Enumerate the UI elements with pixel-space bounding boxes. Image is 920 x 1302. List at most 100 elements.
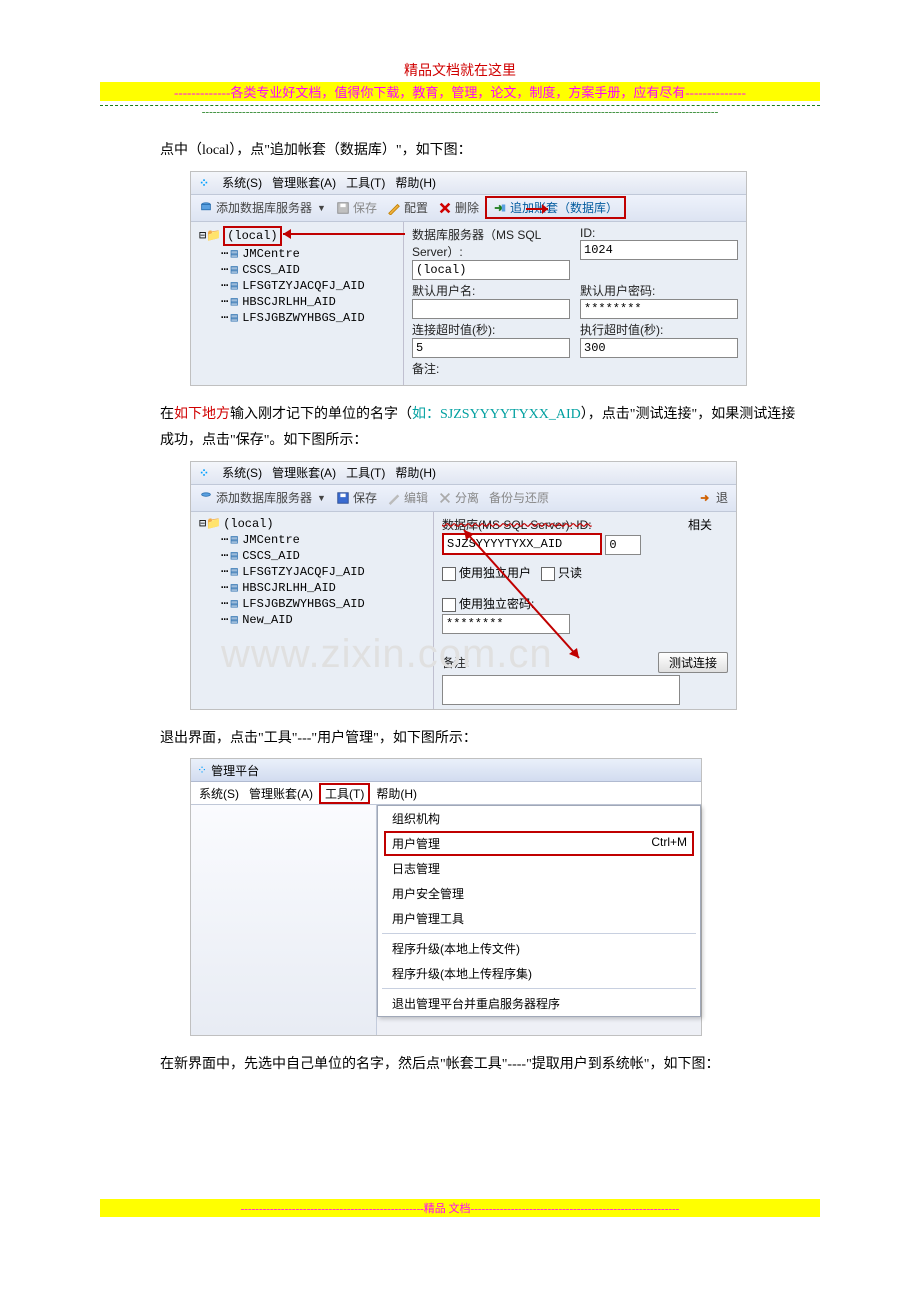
tree-root[interactable]: ⊟📁(local) [199,226,399,246]
user-label: 默认用户名: [412,282,570,299]
menu-accounts[interactable]: 管理账套(A) [268,464,340,481]
id-label: ID: [580,226,738,240]
save-icon [336,201,350,215]
header-title: 精品文档就在这里 [100,60,820,80]
related-label: 相关 [688,516,728,533]
indep-pwd-checkbox[interactable] [442,598,456,612]
add-server-button[interactable]: 添加数据库服务器▼ [195,198,330,217]
menu-tools[interactable]: 工具(T) [319,783,370,804]
menu-system[interactable]: 系统(S) [195,785,243,802]
add-server-button[interactable]: 添加数据库服务器▼ [195,488,330,507]
exit-button[interactable]: 退 [695,488,732,507]
app-icon: ⁘ [195,466,212,480]
tree-item[interactable]: ⋯▤LFSGTZYJACQFJ_AID [221,278,399,294]
save-button[interactable]: 保存 [332,488,381,507]
menu-separator [382,988,696,989]
exit-icon [699,491,713,505]
tree-item[interactable]: ⋯▤LFSGTZYJACQFJ_AID [221,564,429,580]
append-icon [493,201,507,215]
server-label: 数据库服务器（MS SQL Server）: [412,226,570,260]
conn-timeout-input[interactable]: 5 [412,338,570,358]
form-1: 数据库服务器（MS SQL Server）: (local) ID: 1024 … [404,222,746,385]
tree-item[interactable]: ⋯▤JMCentre [221,246,399,262]
server-tree-1: ⊟📁(local) ⋯▤JMCentre ⋯▤CSCS_AID ⋯▤LFSGTZ… [191,222,404,385]
menu-separator [382,933,696,934]
db-icon [199,491,213,505]
tree-item[interactable]: ⋯▤HBSCJRLHH_AID [221,580,429,596]
readonly-label: 只读 [558,566,582,580]
config-button[interactable]: 配置 [383,198,432,217]
tree-item[interactable]: ⋯▤New_AID [221,612,429,628]
tree-item[interactable]: ⋯▤CSCS_AID [221,262,399,278]
delete-icon [438,201,452,215]
tree-item[interactable]: ⋯▤JMCentre [221,532,429,548]
menu-accounts[interactable]: 管理账套(A) [268,174,340,191]
menubar-1: ⁘ 系统(S) 管理账套(A) 工具(T) 帮助(H) [191,172,746,195]
menu-upgrade-file[interactable]: 程序升级(本地上传文件) [378,936,700,961]
indep-pwd-label: 使用独立密码: [459,597,534,611]
footer: ----------------------------------------… [100,1199,820,1217]
form-2: 数据库(MS SQL Server): ID: SJZSYYYYTYXX_AID… [434,512,736,709]
id-input[interactable]: 1024 [580,240,738,260]
menu-upgrade-set[interactable]: 程序升级(本地上传程序集) [378,961,700,986]
edit-button[interactable]: 编辑 [383,488,432,507]
menu-tools[interactable]: 工具(T) [342,174,389,191]
menubar-2: ⁘ 系统(S) 管理账套(A) 工具(T) 帮助(H) [191,462,736,485]
shortcut-label: Ctrl+M [651,835,687,849]
detach-button[interactable]: 分离 [434,488,483,507]
id-input-2[interactable]: 0 [605,535,641,555]
menu-user-tool[interactable]: 用户管理工具 [378,906,700,931]
tree-root[interactable]: ⊟📁(local) [199,516,429,532]
backup-button[interactable]: 备份与还原 [485,488,553,507]
menu-tools[interactable]: 工具(T) [342,464,389,481]
menu-user-mgmt[interactable]: 用户管理 Ctrl+M [384,831,694,856]
append-account-button[interactable]: 追加账套（数据库） [485,196,626,219]
screenshot-1: ⁘ 系统(S) 管理账套(A) 工具(T) 帮助(H) 添加数据库服务器▼ 保存… [190,171,747,386]
menu-log[interactable]: 日志管理 [378,856,700,881]
menu-security[interactable]: 用户安全管理 [378,881,700,906]
password-input[interactable]: ******** [580,299,738,319]
db-input[interactable]: SJZSYYYYTYXX_AID [442,533,602,555]
test-connection-button[interactable]: 测试连接 [658,652,728,673]
delete-button[interactable]: 删除 [434,198,483,217]
header-subtitle: -------------各类专业好文档，值得你下载，教育，管理，论文，制度，方… [100,82,820,101]
remark-input[interactable] [442,675,680,705]
app-icon: ⁘ [197,763,207,777]
menu-system[interactable]: 系统(S) [218,174,266,191]
menubar-3: 系统(S) 管理账套(A) 工具(T) 帮助(H) [191,782,701,805]
menu-help[interactable]: 帮助(H) [391,174,440,191]
indep-pwd-input[interactable]: ******** [442,614,570,634]
menu-help[interactable]: 帮助(H) [372,785,421,802]
indep-user-checkbox[interactable] [442,567,456,581]
exec-timeout-input[interactable]: 300 [580,338,738,358]
paragraph-1: 点中（local），点"追加帐套（数据库）"，如下图： [160,138,800,165]
save-button[interactable]: 保存 [332,198,381,217]
password-label: 默认用户密码: [580,282,738,299]
toolbar-1: 添加数据库服务器▼ 保存 配置 删除 追加账套（数据库） [191,195,746,222]
menu-system[interactable]: 系统(S) [218,464,266,481]
remark-label: 备注: [412,360,570,377]
readonly-checkbox[interactable] [541,567,555,581]
screenshot-3: ⁘ 管理平台 系统(S) 管理账套(A) 工具(T) 帮助(H) 组织机构 用户… [190,758,702,1036]
server-input[interactable]: (local) [412,260,570,280]
paragraph-3: 退出界面，点击"工具"---"用户管理"，如下图所示： [160,726,800,753]
menu-org[interactable]: 组织机构 [378,806,700,831]
pencil-icon [387,491,401,505]
window-title-3: ⁘ 管理平台 [191,759,701,782]
menu-exit-restart[interactable]: 退出管理平台并重启服务器程序 [378,991,700,1016]
save-icon [336,491,350,505]
db-icon [199,201,213,215]
header-separator: ----------------------------------------… [100,105,820,118]
tools-dropdown-menu: 组织机构 用户管理 Ctrl+M 日志管理 用户安全管理 用户管理工具 程序升级… [377,805,701,1017]
menu-accounts[interactable]: 管理账套(A) [245,785,317,802]
tree-item[interactable]: ⋯▤HBSCJRLHH_AID [221,294,399,310]
left-panel-3 [191,805,377,1035]
tree-item[interactable]: ⋯▤CSCS_AID [221,548,429,564]
tree-item[interactable]: ⋯▤LFSJGBZWYHBGS_AID [221,310,399,326]
app-icon: ⁘ [195,176,212,190]
menu-help[interactable]: 帮助(H) [391,464,440,481]
server-tree-2: ⊟📁(local) ⋯▤JMCentre ⋯▤CSCS_AID ⋯▤LFSGTZ… [191,512,434,709]
exec-timeout-label: 执行超时值(秒): [580,321,738,338]
user-input[interactable] [412,299,570,319]
tree-item[interactable]: ⋯▤LFSJGBZWYHBGS_AID [221,596,429,612]
